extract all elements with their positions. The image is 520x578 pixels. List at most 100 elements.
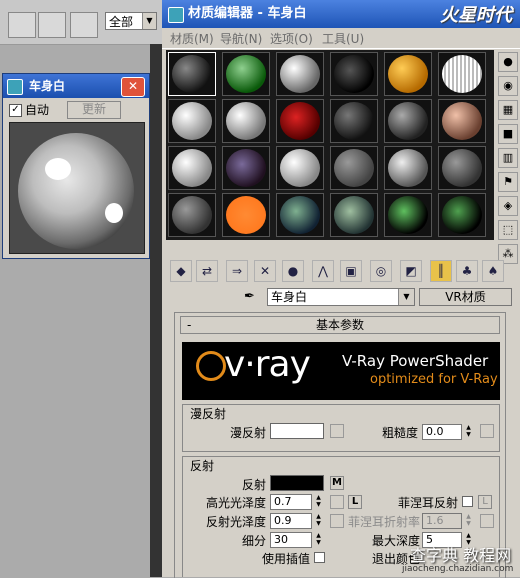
material-sample-sphere bbox=[334, 102, 374, 140]
go-forward-to-sibling-icon[interactable]: ♠ bbox=[482, 260, 504, 282]
material-slot[interactable] bbox=[330, 52, 378, 96]
material-slot[interactable] bbox=[438, 146, 486, 190]
material-slot[interactable] bbox=[384, 193, 432, 237]
material-slot[interactable] bbox=[168, 52, 216, 96]
go-to-parent-icon[interactable]: ♣ bbox=[456, 260, 478, 282]
make-unique-icon[interactable]: ⋀ bbox=[312, 260, 334, 282]
toolbar-icon[interactable] bbox=[38, 12, 66, 38]
material-slot[interactable] bbox=[168, 146, 216, 190]
refl-gloss-map-button[interactable] bbox=[330, 514, 344, 528]
use-interp-checkbox[interactable] bbox=[314, 552, 325, 563]
material-slot[interactable] bbox=[330, 146, 378, 190]
fresnel-ior-map-button[interactable] bbox=[480, 514, 494, 528]
material-slot[interactable] bbox=[222, 193, 270, 237]
chevron-down-icon[interactable]: ▼ bbox=[142, 13, 156, 29]
material-slot[interactable] bbox=[222, 99, 270, 143]
roughness-map-button[interactable] bbox=[480, 424, 494, 438]
material-slot[interactable] bbox=[438, 52, 486, 96]
hilight-gloss-spinner[interactable]: ▲ ▼ bbox=[314, 494, 323, 510]
refl-gloss-label: 反射光泽度 bbox=[205, 515, 266, 529]
material-slot[interactable] bbox=[276, 52, 324, 96]
material-preview-sphere bbox=[9, 122, 145, 254]
put-to-scene-icon[interactable]: ⇄ bbox=[196, 260, 218, 282]
pick-material-eyedropper-icon[interactable]: ✒ bbox=[244, 289, 260, 305]
fresnel-checkbox[interactable] bbox=[462, 496, 473, 507]
material-effects-channel-icon[interactable]: ◎ bbox=[370, 260, 392, 282]
vray-banner: v·ray V-Ray PowerShader optimized for V-… bbox=[182, 342, 500, 400]
material-slot[interactable] bbox=[438, 193, 486, 237]
material-sample-sphere bbox=[388, 55, 428, 93]
material-sample-sphere bbox=[442, 55, 482, 93]
roughness-spinner[interactable]: ▲ ▼ bbox=[464, 424, 473, 440]
material-sample-sphere bbox=[334, 55, 374, 93]
material-sample-sphere bbox=[280, 55, 320, 93]
preview-window-titlebar[interactable]: 车身白 ✕ bbox=[3, 74, 149, 98]
show-map-in-viewport-icon[interactable]: ◩ bbox=[400, 260, 422, 282]
material-slot[interactable] bbox=[330, 193, 378, 237]
hilight-gloss-map-button[interactable] bbox=[330, 495, 344, 509]
material-slot[interactable] bbox=[330, 99, 378, 143]
material-slot[interactable] bbox=[276, 99, 324, 143]
fresnel-ior-spinner[interactable]: ▲ ▼ bbox=[464, 513, 473, 529]
menu-bar: 材质(M) 导航(N) 选项(O) 工具(U) bbox=[162, 28, 520, 49]
background-checker-icon[interactable]: ▦ bbox=[498, 100, 518, 120]
reflect-map-button[interactable]: M bbox=[330, 476, 344, 490]
watermark-text: 查字典 教程网 bbox=[410, 546, 512, 565]
sample-type-icon[interactable]: ● bbox=[498, 52, 518, 72]
basic-params-rollout-header[interactable]: - 基本参数 bbox=[180, 316, 500, 334]
fresnel-lock-button[interactable]: L bbox=[478, 495, 492, 509]
show-end-result-icon[interactable]: ║ bbox=[430, 260, 452, 282]
roughness-input[interactable]: 0.0 bbox=[422, 424, 462, 440]
material-slot[interactable] bbox=[384, 52, 432, 96]
material-slot[interactable] bbox=[222, 52, 270, 96]
put-to-library-icon[interactable]: ▣ bbox=[340, 260, 362, 282]
diffuse-map-button[interactable] bbox=[330, 424, 344, 438]
material-slot[interactable] bbox=[276, 146, 324, 190]
material-sample-sphere bbox=[226, 196, 266, 234]
material-slot[interactable] bbox=[276, 193, 324, 237]
material-slot[interactable] bbox=[168, 193, 216, 237]
toolbar-icon[interactable] bbox=[70, 12, 98, 38]
chevron-down-icon[interactable]: ▼ bbox=[398, 289, 414, 305]
refl-gloss-spinner[interactable]: ▲ ▼ bbox=[314, 513, 323, 529]
material-editor-titlebar[interactable]: 材质编辑器 - 车身白 火星时代 www.hxsd.com bbox=[162, 0, 520, 36]
material-name-field[interactable]: 车身白 ▼ bbox=[267, 288, 415, 306]
make-copy-icon[interactable]: ● bbox=[282, 260, 304, 282]
reflect-color-swatch[interactable] bbox=[270, 475, 324, 491]
fresnel-ior-input[interactable]: 1.6 bbox=[422, 513, 462, 529]
get-material-icon[interactable]: ◆ bbox=[170, 260, 192, 282]
vray-logo-icon bbox=[196, 351, 226, 381]
material-slot[interactable] bbox=[168, 99, 216, 143]
update-button[interactable]: 更新 bbox=[67, 101, 121, 119]
assign-material-icon[interactable]: ⇒ bbox=[226, 260, 248, 282]
diffuse-color-swatch[interactable] bbox=[270, 423, 324, 439]
menu-utilities[interactable]: 工具(U) bbox=[322, 30, 364, 47]
toolbar-icon[interactable] bbox=[8, 12, 36, 38]
material-sample-sphere bbox=[172, 102, 212, 140]
auto-checkbox[interactable]: ✓ bbox=[9, 104, 22, 117]
filter-dropdown[interactable]: 全部 ▼ bbox=[105, 12, 157, 30]
hilight-lock-button[interactable]: L bbox=[348, 495, 362, 509]
material-sample-sphere bbox=[388, 102, 428, 140]
material-sample-sphere bbox=[334, 149, 374, 187]
sample-uv-tiling-icon[interactable]: ■ bbox=[498, 124, 518, 144]
video-color-check-icon[interactable]: ▥ bbox=[498, 148, 518, 168]
options-icon[interactable]: ◈ bbox=[498, 196, 518, 216]
menu-navigation[interactable]: 导航(N) bbox=[220, 30, 262, 47]
subdivs-input[interactable]: 30 bbox=[270, 532, 312, 548]
hilight-gloss-input[interactable]: 0.7 bbox=[270, 494, 312, 510]
select-by-material-icon[interactable]: ⬚ bbox=[498, 220, 518, 240]
make-preview-icon[interactable]: ⚑ bbox=[498, 172, 518, 192]
menu-material[interactable]: 材质(M) bbox=[170, 30, 214, 47]
material-slot[interactable] bbox=[384, 146, 432, 190]
material-slot[interactable] bbox=[438, 99, 486, 143]
reset-map-icon[interactable]: ✕ bbox=[254, 260, 276, 282]
material-slot[interactable] bbox=[384, 99, 432, 143]
menu-options[interactable]: 选项(O) bbox=[270, 30, 313, 47]
material-type-button[interactable]: VR材质 bbox=[419, 288, 512, 306]
backlight-icon[interactable]: ◉ bbox=[498, 76, 518, 96]
close-button[interactable]: ✕ bbox=[121, 77, 145, 97]
material-slot[interactable] bbox=[222, 146, 270, 190]
subdivs-spinner[interactable]: ▲ ▼ bbox=[314, 532, 323, 548]
refl-gloss-input[interactable]: 0.9 bbox=[270, 513, 312, 529]
